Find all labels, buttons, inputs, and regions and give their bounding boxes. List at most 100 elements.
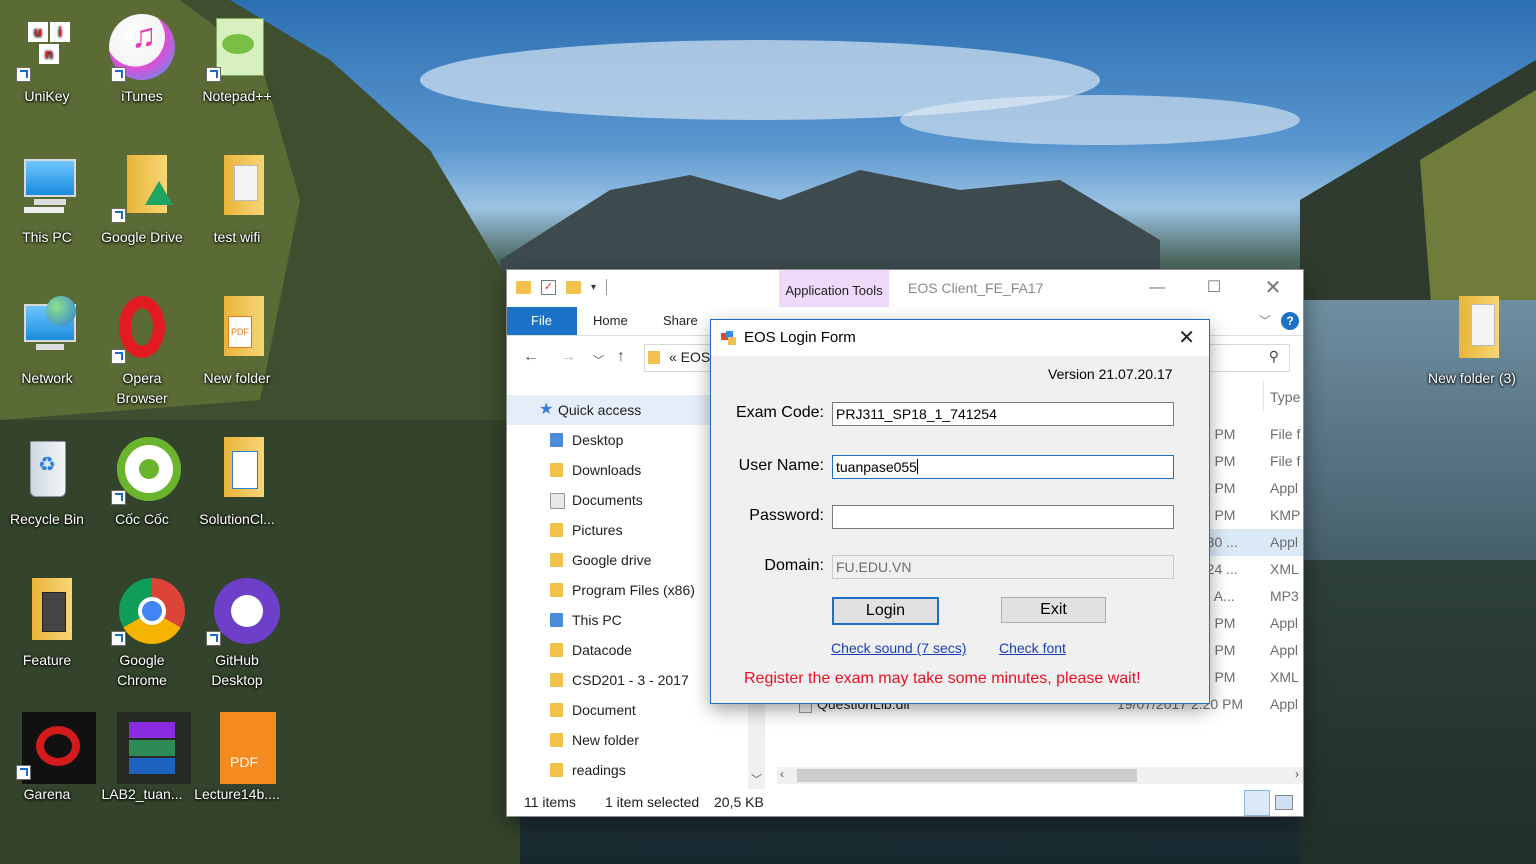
pdf-file-icon: PDF [202, 712, 276, 784]
desktop-icon-label: LAB2_tuan... [101, 786, 183, 802]
expand-ribbon-icon[interactable]: ﹀ [1259, 312, 1271, 329]
properties-icon[interactable]: ✓ [541, 279, 556, 295]
login-button[interactable]: Login [832, 597, 939, 625]
desktop-icon-label: Garena [23, 786, 71, 802]
status-selection: 1 item selected [605, 794, 700, 810]
details-view-icon[interactable] [1244, 790, 1270, 816]
desktop-icon-solutioncl[interactable]: SolutionCl... [190, 437, 284, 529]
desktop-icon-lab2[interactable]: LAB2_tuan... [95, 712, 191, 804]
notepadpp-icon [202, 14, 272, 84]
scroll-left-icon[interactable]: ‹ [780, 767, 784, 781]
password-label: Password: [749, 507, 824, 524]
network-icon [12, 296, 82, 366]
desktop-icon-new-folder-3[interactable]: New folder (3) [1425, 296, 1519, 388]
downloads-folder-icon [550, 463, 563, 477]
desktop-icon-label: Opera Browser [116, 370, 168, 406]
forward-arrow-icon[interactable]: → [560, 348, 576, 366]
desktop-icon-google-drive[interactable]: Google Drive [95, 155, 189, 247]
folder-icon [550, 733, 563, 747]
status-bar: 11 items 1 item selected 20,5 KB [507, 790, 1303, 816]
close-button[interactable]: ✕ [1253, 276, 1293, 300]
desktop-icon-notepadpp[interactable]: Notepad++ [190, 14, 284, 106]
scroll-down-icon[interactable]: ﹀ [751, 771, 762, 787]
tab-share[interactable]: Share [663, 307, 698, 335]
window-title: EOS Client_FE_FA17 [908, 280, 1044, 296]
nav-item[interactable]: readings [507, 755, 765, 785]
version-label: Version 21.07.20.17 [1048, 366, 1173, 382]
desktop-icon-google-chrome[interactable]: Google Chrome [95, 578, 189, 690]
check-sound-link[interactable]: Check sound (7 secs) [831, 640, 966, 656]
opera-icon [107, 296, 177, 366]
username-field[interactable]: tuanpase055 [832, 455, 1174, 479]
address-bar[interactable]: « EOS [644, 344, 715, 372]
github-icon [202, 578, 280, 648]
exam-code-field[interactable]: PRJ311_SP18_1_741254 [832, 402, 1174, 426]
desktop-icon-label: New folder [203, 370, 271, 386]
nav-item[interactable]: New folder [507, 725, 765, 755]
desktop-icon-label: Cốc Cốc [115, 511, 169, 527]
domain-field: FU.EDU.VN [832, 555, 1174, 579]
up-arrow-icon[interactable]: ↑ [617, 348, 625, 366]
file-list-horizontal-scrollbar[interactable]: ‹ › [777, 767, 1303, 784]
folder-icon [202, 437, 272, 507]
tab-home[interactable]: Home [593, 307, 628, 335]
status-item-count: 11 items [524, 794, 576, 810]
large-icons-view-icon[interactable] [1275, 795, 1293, 810]
desktop-icon-label: Feature [22, 652, 72, 668]
password-field[interactable] [832, 505, 1174, 529]
recent-locations-icon[interactable]: ﹀ [593, 352, 604, 368]
desktop-icon-lecture14b[interactable]: PDF Lecture14b.... [190, 712, 284, 804]
desktop-icon-itunes[interactable]: ♫ iTunes [95, 14, 189, 106]
application-tools-tab[interactable]: Application Tools [779, 270, 889, 307]
desktop-icon-this-pc[interactable]: This PC [0, 155, 94, 247]
desktop-folder-icon [550, 433, 563, 447]
dialog-title: EOS Login Form [744, 329, 856, 346]
back-arrow-icon[interactable]: ← [523, 348, 539, 366]
desktop-icon-garena[interactable]: Garena [0, 712, 96, 804]
desktop-icon-label: Google Drive [101, 229, 183, 245]
maximize-button[interactable]: ☐ [1194, 276, 1234, 300]
pictures-folder-icon [550, 523, 563, 537]
minimize-button[interactable]: — [1137, 276, 1177, 300]
tab-file[interactable]: File [507, 307, 577, 335]
desktop-icon-label: SolutionCl... [199, 511, 275, 527]
folder-icon [550, 763, 563, 777]
coc-coc-icon [107, 437, 181, 507]
scrollbar-thumb[interactable] [797, 769, 1137, 782]
desktop-icon-label: New folder (3) [1428, 370, 1516, 386]
star-icon: ★ [539, 401, 554, 418]
check-font-link[interactable]: Check font [999, 640, 1066, 656]
help-icon[interactable]: ? [1281, 312, 1299, 330]
exit-button[interactable]: Exit [1001, 597, 1106, 623]
exam-code-label: Exam Code: [735, 404, 824, 421]
desktop-icon-test-wifi[interactable]: test wifi [190, 155, 284, 247]
search-icon: ⚲ [1268, 348, 1279, 364]
unikey-icon: u i n [12, 14, 82, 84]
scroll-right-icon[interactable]: › [1295, 767, 1299, 781]
dialog-close-button[interactable]: ✕ [1178, 325, 1195, 350]
desktop-icon-label: Google Chrome [117, 652, 167, 688]
folder-icon [550, 583, 563, 597]
desktop-icon-feature[interactable]: Feature [0, 578, 94, 670]
folder-icon [1437, 296, 1507, 366]
customize-toolbar-icon[interactable]: ▾ [591, 282, 596, 293]
folder-icon [516, 280, 531, 294]
folder-icon [648, 351, 660, 364]
desktop-icon-coc-coc[interactable]: Cốc Cốc [95, 437, 189, 529]
folder-icon [12, 578, 82, 648]
desktop-icon-github-desktop[interactable]: GitHub Desktop [190, 578, 284, 690]
new-folder-icon[interactable] [566, 280, 581, 294]
desktop-icon-network[interactable]: Network [0, 296, 94, 388]
desktop-icon-label: iTunes [121, 88, 163, 104]
itunes-icon: ♫ [107, 14, 177, 84]
desktop-icon-unikey[interactable]: u i n UniKey [0, 14, 94, 106]
folder-icon [550, 673, 563, 687]
desktop-icon-new-folder[interactable]: PDF New folder [190, 296, 284, 388]
search-box[interactable]: ⚲ [1197, 344, 1290, 372]
desktop-icon-opera[interactable]: Opera Browser [95, 296, 189, 408]
desktop-icon-recycle-bin[interactable]: ♻ Recycle Bin [0, 437, 94, 529]
warning-message: Register the exam may take some minutes,… [744, 670, 1141, 687]
explorer-titlebar: ✓ ▾ Application Tools EOS Client_FE_FA17… [507, 270, 1303, 307]
column-header-type[interactable]: Type [1270, 389, 1300, 405]
app-icon [721, 331, 736, 345]
